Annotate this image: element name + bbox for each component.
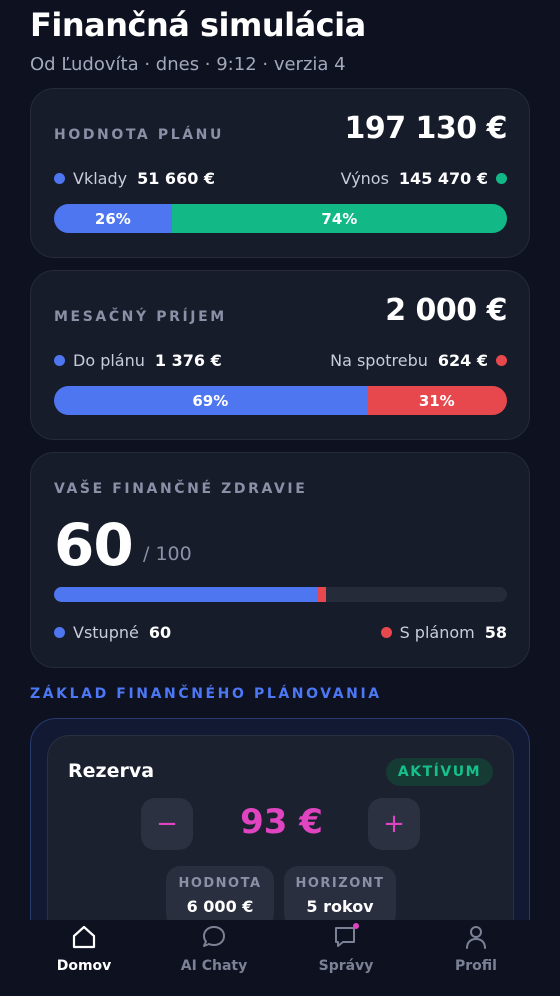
- chat-bubble-icon: [203, 926, 225, 947]
- to-plan-label: Do plánu: [73, 351, 145, 370]
- yield-value: 145 470 €: [398, 169, 488, 188]
- horizon-chip: HORIZONT 5 rokov: [284, 866, 396, 928]
- spending-legend: Na spotrebu 624 €: [330, 351, 507, 370]
- plan-value-total: 197 130 €: [344, 111, 507, 146]
- spending-segment: 31%: [366, 386, 507, 415]
- monthly-income-split-bar: 69% 31%: [54, 386, 507, 415]
- red-dot-icon: [496, 355, 507, 366]
- horizon-chip-label: HORIZONT: [295, 876, 385, 891]
- with-plan-label: S plánom: [399, 623, 475, 642]
- spending-value: 624 €: [437, 351, 488, 370]
- page-title: Finančná simulácia: [30, 6, 366, 44]
- nav-label-home: Domov: [56, 958, 112, 974]
- deposits-segment: 26%: [54, 204, 172, 233]
- value-chip-label: HODNOTA: [178, 876, 262, 891]
- health-score-max: / 100: [143, 543, 192, 565]
- nav-item-home[interactable]: Domov: [14, 920, 154, 996]
- horizon-chip-value: 5 rokov: [306, 897, 374, 916]
- blue-dot-icon: [54, 355, 65, 366]
- monthly-income-total: 2 000 €: [385, 293, 507, 328]
- plan-value-split-bar: 26% 74%: [54, 204, 507, 233]
- yield-label: Výnos: [340, 169, 389, 188]
- nav-label-ai-chats: AI Chaty: [180, 958, 248, 974]
- section-title: ZÁKLAD FINANČNÉHO PLÁNOVANIA: [30, 686, 382, 702]
- nav-label-profile: Profil: [455, 958, 497, 974]
- person-icon: [466, 926, 486, 949]
- nav-item-messages[interactable]: Správy: [276, 920, 416, 996]
- home-icon: [72, 925, 96, 949]
- to-plan-segment: 69%: [54, 386, 367, 415]
- with-plan-legend: S plánom 58: [380, 623, 507, 642]
- to-plan-value: 1 376 €: [154, 351, 222, 370]
- nav-item-profile[interactable]: Profil: [406, 920, 546, 996]
- nav-label-messages: Správy: [318, 958, 374, 974]
- with-plan-value: 58: [484, 623, 507, 642]
- financial-health-label: VAŠE FINANČNÉ ZDRAVIE: [54, 481, 308, 497]
- spending-label: Na spotrebu: [330, 351, 428, 370]
- blue-dot-icon: [54, 173, 65, 184]
- red-dot-icon: [380, 627, 392, 638]
- value-chip-value: 6 000 €: [186, 897, 254, 916]
- plan-value-card[interactable]: HODNOTA PLÁNU 197 130 € Vklady 51 660 € …: [30, 88, 530, 258]
- financial-simulation-screen: Finančná simulácia Od Ľudovíta · dnes · …: [0, 0, 560, 996]
- page-subtitle: Od Ľudovíta · dnes · 9:12 · verzia 4: [30, 54, 346, 75]
- health-entry-fill: [54, 587, 318, 602]
- increase-button[interactable]: +: [368, 798, 420, 850]
- health-plan-marker: [318, 587, 326, 602]
- bottom-navigation: Domov AI Chaty Správy Profil: [0, 920, 560, 996]
- reserve-amount: 93 €: [240, 802, 323, 842]
- blue-dot-icon: [54, 627, 65, 638]
- deposits-label: Vklady: [73, 169, 128, 188]
- to-plan-legend: Do plánu 1 376 €: [54, 351, 222, 370]
- deposits-legend: Vklady 51 660 €: [54, 169, 215, 188]
- financial-health-card[interactable]: VAŠE FINANČNÉ ZDRAVIE 60 / 100 Vstupné 6…: [30, 452, 530, 668]
- entry-value: 60: [148, 623, 172, 642]
- entry-legend: Vstupné 60: [54, 623, 171, 642]
- health-progress-track: [54, 587, 507, 602]
- value-chip: HODNOTA 6 000 €: [166, 866, 274, 928]
- health-score: 60: [54, 511, 134, 579]
- entry-label: Vstupné: [73, 623, 139, 642]
- reserve-name: Rezerva: [68, 760, 155, 782]
- message-icon: [335, 923, 359, 947]
- plan-value-label: HODNOTA PLÁNU: [54, 127, 224, 143]
- yield-legend: Výnos 145 470 €: [341, 169, 507, 188]
- monthly-income-card[interactable]: MESAČNÝ PRÍJEM 2 000 € Do plánu 1 376 € …: [30, 270, 530, 440]
- yield-segment: 74%: [171, 204, 507, 233]
- nav-item-ai-chats[interactable]: AI Chaty: [144, 920, 284, 996]
- green-dot-icon: [496, 173, 507, 184]
- status-badge: AKTÍVUM: [385, 758, 493, 786]
- monthly-income-label: MESAČNÝ PRÍJEM: [54, 309, 227, 325]
- deposits-value: 51 660 €: [137, 169, 216, 188]
